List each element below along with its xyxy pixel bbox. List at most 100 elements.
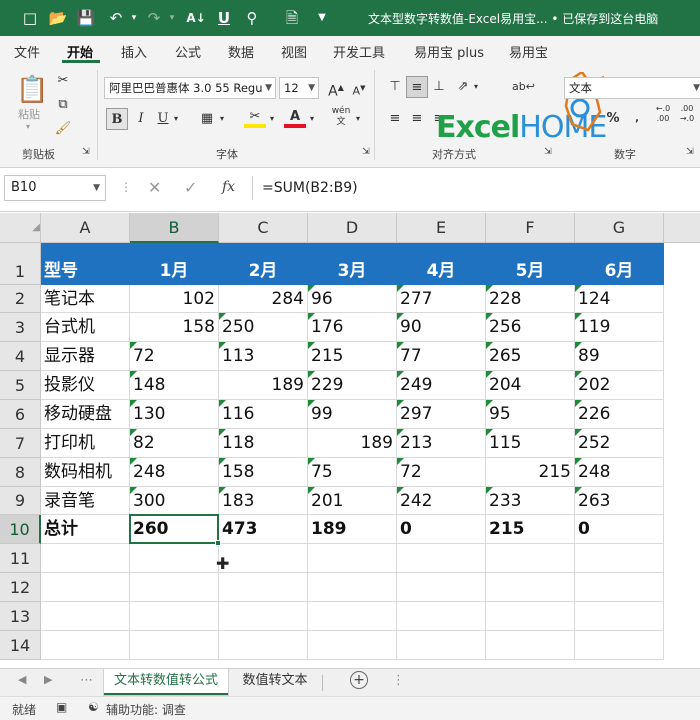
sort-icon[interactable]: A↓ bbox=[186, 8, 206, 28]
cell-d2[interactable]: 96 bbox=[308, 285, 397, 313]
cell-f2[interactable]: 228 bbox=[486, 285, 575, 313]
row-header-14[interactable]: 14 bbox=[0, 631, 41, 660]
row-header-12[interactable]: 12 bbox=[0, 573, 41, 602]
column-header-g[interactable]: G bbox=[575, 213, 664, 243]
cell-c5[interactable]: 189 bbox=[219, 371, 308, 400]
row-header-2[interactable]: 2 bbox=[0, 285, 41, 313]
cell-f3[interactable]: 256 bbox=[486, 313, 575, 342]
cell-c13[interactable] bbox=[219, 602, 308, 631]
sheet-more-icon[interactable]: ⋯ bbox=[80, 673, 93, 688]
cell-a7[interactable]: 打印机 bbox=[41, 429, 130, 458]
scroll-right-icon[interactable]: ▶ bbox=[44, 673, 52, 686]
align-left-icon[interactable]: ≡ bbox=[384, 108, 406, 130]
cell-c14[interactable] bbox=[219, 631, 308, 660]
cell-b10[interactable]: 260 bbox=[130, 515, 219, 544]
doc-icon[interactable]: 🗎 bbox=[282, 8, 302, 28]
cell-e4[interactable]: 77 bbox=[397, 342, 486, 371]
cell-f4[interactable]: 265 bbox=[486, 342, 575, 371]
cell-d9[interactable]: 201 bbox=[308, 487, 397, 515]
cell-c11[interactable] bbox=[219, 544, 308, 573]
cell-c1[interactable]: 2月 bbox=[219, 243, 308, 285]
decrease-decimal-icon[interactable]: .00 →.0 bbox=[676, 104, 698, 126]
phonetic-guide-icon[interactable]: wén 文 bbox=[330, 106, 352, 128]
cell-d13[interactable] bbox=[308, 602, 397, 631]
tab-insert[interactable]: 插入 bbox=[121, 42, 147, 61]
font-size-select[interactable]: 12 ▼ bbox=[279, 77, 319, 99]
formula-input[interactable]: =SUM(B2:B9) bbox=[262, 180, 358, 196]
cell-b5[interactable]: 148 bbox=[130, 371, 219, 400]
cell-e2[interactable]: 277 bbox=[397, 285, 486, 313]
enter-icon[interactable]: ✓ bbox=[184, 178, 197, 197]
qat-more-icon[interactable]: ▼ bbox=[312, 8, 332, 28]
cell-g5[interactable]: 202 bbox=[575, 371, 664, 400]
font-name-select[interactable]: 阿里巴巴普惠体 3.0 55 Regu ▼ bbox=[104, 77, 276, 99]
sheet-tab-text-to-number[interactable]: 文本转数值转公式 bbox=[104, 669, 228, 695]
cell-g11[interactable] bbox=[575, 544, 664, 573]
cell-c12[interactable] bbox=[219, 573, 308, 602]
cell-b3[interactable]: 158 bbox=[130, 313, 219, 342]
format-painter-icon[interactable]: 🖌 bbox=[52, 118, 74, 140]
insert-function-button[interactable]: fx bbox=[222, 179, 235, 195]
cell-f9[interactable]: 233 bbox=[486, 487, 575, 515]
cell-c8[interactable]: 158 bbox=[219, 458, 308, 487]
cell-e10[interactable]: 0 bbox=[397, 515, 486, 544]
cell-d11[interactable] bbox=[308, 544, 397, 573]
cell-c3[interactable]: 250 bbox=[219, 313, 308, 342]
column-header-c[interactable]: C bbox=[219, 213, 308, 243]
cell-a8[interactable]: 数码相机 bbox=[41, 458, 130, 487]
percent-icon[interactable]: % bbox=[602, 108, 624, 130]
tab-yiyongbao-plus[interactable]: 易用宝 plus bbox=[414, 42, 484, 61]
row-header-3[interactable]: 3 bbox=[0, 313, 41, 342]
wrap-text-icon[interactable]: ab↩ bbox=[512, 76, 535, 98]
cell-g7[interactable]: 252 bbox=[575, 429, 664, 458]
save-icon[interactable]: 💾 bbox=[76, 8, 96, 28]
cell-f6[interactable]: 95 bbox=[486, 400, 575, 429]
row-header-11[interactable]: 11 bbox=[0, 544, 41, 573]
row-header-4[interactable]: 4 bbox=[0, 342, 41, 371]
clipboard-launcher-icon[interactable]: ⇲ bbox=[80, 146, 92, 158]
search-icon[interactable]: ⚲ bbox=[242, 8, 262, 28]
cell-e12[interactable] bbox=[397, 573, 486, 602]
align-bottom-icon[interactable]: ⊥ bbox=[428, 76, 450, 98]
underline-icon[interactable]: U bbox=[214, 8, 234, 28]
cell-e7[interactable]: 213 bbox=[397, 429, 486, 458]
cell-g9[interactable]: 263 bbox=[575, 487, 664, 515]
cell-g6[interactable]: 226 bbox=[575, 400, 664, 429]
cell-g4[interactable]: 89 bbox=[575, 342, 664, 371]
comma-style-icon[interactable]: , bbox=[626, 108, 648, 130]
accessibility-status[interactable]: 辅助功能: 调查 bbox=[106, 701, 186, 718]
paste-button-label[interactable]: 粘贴 bbox=[18, 106, 40, 122]
bold-button[interactable]: B bbox=[106, 108, 128, 130]
cell-f12[interactable] bbox=[486, 573, 575, 602]
tab-view[interactable]: 视图 bbox=[281, 42, 307, 61]
cell-c2[interactable]: 284 bbox=[219, 285, 308, 313]
cell-f14[interactable] bbox=[486, 631, 575, 660]
row-header-8[interactable]: 8 bbox=[0, 458, 41, 487]
cell-f1[interactable]: 5月 bbox=[486, 243, 575, 285]
cell-d6[interactable]: 99 bbox=[308, 400, 397, 429]
cell-b8[interactable]: 248 bbox=[130, 458, 219, 487]
cell-b11[interactable] bbox=[130, 544, 219, 573]
cut-icon[interactable]: ✂ bbox=[52, 70, 74, 92]
scroll-left-icon[interactable]: ◀ bbox=[18, 673, 26, 686]
align-top-icon[interactable]: ⊤ bbox=[384, 76, 406, 98]
cell-b9[interactable]: 300 bbox=[130, 487, 219, 515]
underline-dropdown-icon[interactable]: ▾ bbox=[170, 108, 182, 130]
fill-color-icon[interactable]: ✂ bbox=[244, 106, 266, 128]
orientation-dropdown-icon[interactable]: ▾ bbox=[470, 76, 482, 98]
row-header-6[interactable]: 6 bbox=[0, 400, 41, 429]
border-dropdown-icon[interactable]: ▾ bbox=[216, 108, 228, 130]
copy-icon[interactable]: ⧉ bbox=[52, 94, 74, 116]
cell-c6[interactable]: 116 bbox=[219, 400, 308, 429]
accessibility-icon[interactable]: ☯ bbox=[88, 700, 99, 714]
cell-e6[interactable]: 297 bbox=[397, 400, 486, 429]
add-sheet-icon[interactable]: + bbox=[350, 671, 368, 689]
cell-c9[interactable]: 183 bbox=[219, 487, 308, 515]
macro-record-icon[interactable]: ▣ bbox=[56, 700, 67, 714]
cell-d14[interactable] bbox=[308, 631, 397, 660]
cell-d1[interactable]: 3月 bbox=[308, 243, 397, 285]
fill-color-dropdown-icon[interactable]: ▾ bbox=[266, 108, 278, 130]
column-header-b[interactable]: B bbox=[130, 213, 219, 243]
row-header-9[interactable]: 9 bbox=[0, 487, 41, 515]
row-header-5[interactable]: 5 bbox=[0, 371, 41, 400]
